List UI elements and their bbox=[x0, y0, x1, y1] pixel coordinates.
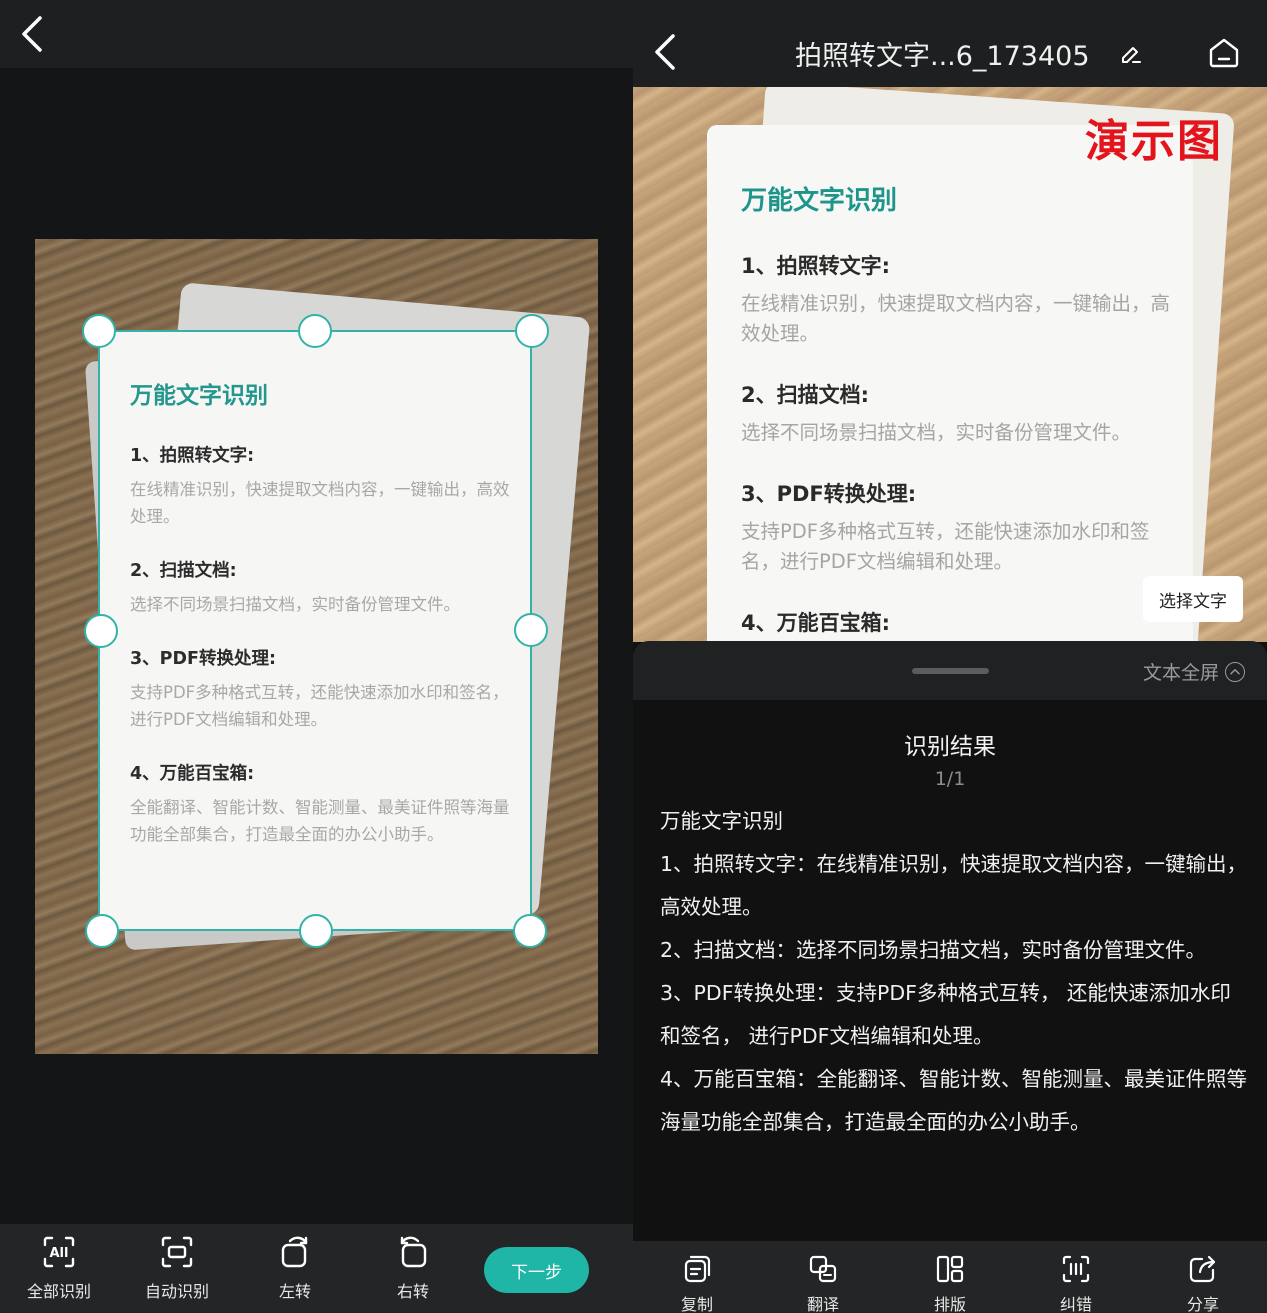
preview-heading-1: 1、拍照转文字: bbox=[741, 254, 891, 278]
crop-handle-top[interactable] bbox=[298, 314, 332, 348]
back-arrow-icon[interactable] bbox=[14, 14, 54, 54]
crop-top-bar bbox=[0, 0, 633, 68]
sheet-drag-handle[interactable] bbox=[912, 668, 989, 674]
result-line: 2、扫描文档：选择不同场景扫描文档，实时备份管理文件。 bbox=[660, 938, 1207, 962]
text-fullscreen-label: 文本全屏 bbox=[1142, 662, 1219, 684]
recognize-all-icon: All bbox=[41, 1234, 77, 1270]
doc-heading-4: 4、万能百宝箱: bbox=[130, 764, 255, 784]
share-button[interactable]: 分享 bbox=[1163, 1253, 1243, 1313]
rotate-left-button[interactable]: 左转 bbox=[250, 1234, 340, 1308]
chevron-up-icon bbox=[1225, 661, 1245, 682]
auto-recognize-button[interactable]: 自动识别 bbox=[132, 1234, 222, 1308]
preview-body-2: 选择不同场景扫描文档，实时备份管理文件。 bbox=[741, 421, 1132, 444]
crop-handle-bottom[interactable] bbox=[299, 914, 333, 948]
demo-watermark: 演示图 bbox=[1085, 116, 1223, 167]
auto-recognize-icon bbox=[159, 1234, 195, 1270]
result-line: 3、PDF转换处理：支持PDF多种格式互转， 还能快速添加水印和签名， 进行PD… bbox=[660, 981, 1231, 1048]
crop-screen: 万能文字识别 1、拍照转文字: 在线精准识别，快速提取文档内容，一键输出，高效处… bbox=[0, 0, 633, 1313]
copy-label: 复制 bbox=[680, 1295, 713, 1313]
text-fullscreen-button[interactable]: 文本全屏 bbox=[1143, 658, 1245, 685]
correct-label: 纠错 bbox=[1059, 1295, 1092, 1313]
crop-handle-top-left[interactable] bbox=[82, 314, 116, 348]
share-label: 分享 bbox=[1186, 1295, 1219, 1313]
result-toolbar: 复制 翻译 排版 纠错 分享 bbox=[633, 1241, 1267, 1313]
doc-heading-1: 1、拍照转文字: bbox=[130, 446, 255, 466]
result-screen: 拍照转文字...6_173405 演示图 万能文字识别 1、拍照转文字: 在线精… bbox=[633, 0, 1267, 1313]
auto-recognize-label: 自动识别 bbox=[144, 1282, 209, 1301]
doc-title: 万能文字识别 bbox=[130, 383, 268, 409]
crop-frame[interactable]: 万能文字识别 1、拍照转文字: 在线精准识别，快速提取文档内容，一键输出，高效处… bbox=[98, 330, 532, 931]
layout-button[interactable]: 排版 bbox=[910, 1253, 990, 1313]
crop-handle-bottom-left[interactable] bbox=[85, 914, 119, 948]
recognized-text[interactable]: 万能文字识别 1、拍照转文字：在线精准识别，快速提取文档内容，一键输出，高效处理… bbox=[660, 800, 1250, 1144]
file-title: 拍照转文字...6_173405 bbox=[795, 41, 1090, 72]
result-line: 万能文字识别 bbox=[660, 809, 783, 833]
home-icon[interactable] bbox=[1207, 36, 1241, 70]
layout-label: 排版 bbox=[933, 1295, 966, 1313]
copy-icon bbox=[681, 1253, 713, 1285]
result-title: 识别结果 bbox=[904, 734, 996, 760]
crop-handle-right[interactable] bbox=[514, 613, 548, 647]
doc-body-4: 全能翻译、智能计数、智能测量、最美证件照等海量功能全部集合，打造最全面的办公小助… bbox=[130, 798, 510, 844]
result-sheet-header: 文本全屏 bbox=[633, 641, 1267, 700]
result-line: 1、拍照转文字：在线精准识别，快速提取文档内容，一键输出，高效处理。 bbox=[660, 852, 1248, 919]
rotate-left-icon bbox=[277, 1234, 313, 1270]
document-preview: 演示图 万能文字识别 1、拍照转文字: 在线精准识别，快速提取文档内容，一键输出… bbox=[633, 87, 1267, 642]
back-arrow-icon[interactable] bbox=[647, 32, 687, 72]
layout-icon bbox=[934, 1253, 966, 1285]
preview-body-1: 在线精准识别，快速提取文档内容，一键输出，高效处理。 bbox=[741, 292, 1171, 345]
doc-heading-2: 2、扫描文档: bbox=[130, 561, 237, 581]
recognize-all-label: 全部识别 bbox=[26, 1282, 91, 1301]
doc-body-1: 在线精准识别，快速提取文档内容，一键输出，高效处理。 bbox=[130, 480, 510, 526]
select-text-button[interactable]: 选择文字 bbox=[1143, 576, 1243, 622]
recognize-all-button[interactable]: All 全部识别 bbox=[14, 1234, 104, 1308]
doc-body-2: 选择不同场景扫描文档，实时备份管理文件。 bbox=[130, 595, 460, 614]
preview-title: 万能文字识别 bbox=[741, 186, 898, 216]
preview-heading-4: 4、万能百宝箱: bbox=[741, 611, 891, 635]
rename-pencil-icon[interactable] bbox=[1119, 41, 1143, 65]
crop-handle-top-right[interactable] bbox=[515, 314, 549, 348]
crop-handle-bottom-right[interactable] bbox=[513, 914, 547, 948]
preview-body-3: 支持PDF多种格式互转，还能快速添加水印和签名，进行PDF文档编辑和处理。 bbox=[741, 520, 1150, 573]
doc-heading-3: 3、PDF转换处理: bbox=[130, 649, 276, 669]
rotate-right-icon bbox=[395, 1234, 431, 1270]
text-scan-icon bbox=[1060, 1253, 1092, 1285]
rotate-right-label: 右转 bbox=[396, 1282, 429, 1301]
rotate-right-button[interactable]: 右转 bbox=[368, 1234, 458, 1308]
crop-handle-left[interactable] bbox=[84, 614, 118, 648]
svg-text:All: All bbox=[50, 1246, 69, 1261]
preview-heading-3: 3、PDF转换处理: bbox=[741, 482, 917, 506]
share-icon bbox=[1187, 1253, 1219, 1285]
copy-button[interactable]: 复制 bbox=[657, 1253, 737, 1313]
page-indicator: 1/1 bbox=[934, 768, 966, 790]
next-step-button[interactable]: 下一步 bbox=[484, 1247, 589, 1293]
rotate-left-label: 左转 bbox=[278, 1282, 311, 1301]
doc-body-3: 支持PDF多种格式互转，还能快速添加水印和签名，进行PDF文档编辑和处理。 bbox=[130, 683, 509, 729]
translate-button[interactable]: 翻译 bbox=[783, 1253, 863, 1313]
preview-heading-2: 2、扫描文档: bbox=[741, 383, 870, 407]
correct-button[interactable]: 纠错 bbox=[1036, 1253, 1116, 1313]
translate-icon bbox=[807, 1253, 839, 1285]
result-top-bar: 拍照转文字...6_173405 bbox=[633, 0, 1267, 87]
result-line: 4、万能百宝箱：全能翻译、智能计数、智能测量、最美证件照等海量功能全部集合，打造… bbox=[660, 1067, 1248, 1134]
translate-label: 翻译 bbox=[806, 1295, 839, 1313]
